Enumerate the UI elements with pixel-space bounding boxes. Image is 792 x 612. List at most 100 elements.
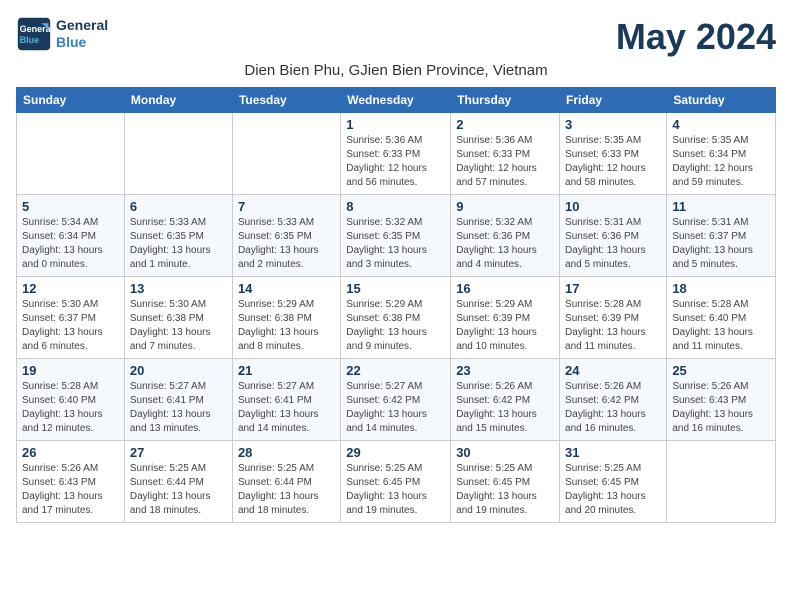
day-number: 25 (672, 363, 770, 378)
calendar-cell: 30 Sunrise: 5:25 AM Sunset: 6:45 PM Dayli… (451, 441, 560, 523)
weekday-header-sunday: Sunday (17, 88, 125, 113)
day-number: 10 (565, 199, 661, 214)
day-info: Sunrise: 5:35 AM Sunset: 6:34 PM Dayligh… (672, 134, 770, 190)
day-info: Sunrise: 5:29 AM Sunset: 6:39 PM Dayligh… (456, 298, 554, 354)
svg-text:Blue: Blue (20, 35, 40, 45)
day-info: Sunrise: 5:26 AM Sunset: 6:43 PM Dayligh… (672, 380, 770, 436)
calendar-cell: 20Sunrise: 5:27 AM Sunset: 6:41 PM Dayli… (124, 359, 232, 441)
day-info: Sunrise: 5:28 AM Sunset: 6:39 PM Dayligh… (565, 298, 661, 354)
day-info: Sunrise: 5:27 AM Sunset: 6:41 PM Dayligh… (130, 380, 227, 436)
weekday-header-wednesday: Wednesday (341, 88, 451, 113)
day-number: 15 (346, 281, 445, 296)
calendar-cell: 13Sunrise: 5:30 AM Sunset: 6:38 PM Dayli… (124, 277, 232, 359)
week-row-2: 5 Sunrise: 5:34 AM Sunset: 6:34 PM Daylig… (17, 195, 776, 277)
calendar-cell: 29 Sunrise: 5:25 AM Sunset: 6:45 PM Dayli… (341, 441, 451, 523)
day-info: Sunrise: 5:34 AM Sunset: 6:34 PM Dayligh… (22, 216, 119, 272)
day-number: 12 (22, 281, 119, 296)
day-info: Sunrise: 5:30 AM Sunset: 6:37 PM Dayligh… (22, 298, 119, 354)
day-number: 8 (346, 199, 445, 214)
calendar-cell: 28Sunrise: 5:25 AM Sunset: 6:44 PM Dayli… (232, 441, 340, 523)
location-title: Dien Bien Phu, GJien Bien Province, Viet… (16, 62, 776, 79)
week-row-1: 1 Sunrise: 5:36 AM Sunset: 6:33 PM Daylig… (17, 113, 776, 195)
calendar-cell (667, 441, 776, 523)
calendar-cell: 8 Sunrise: 5:32 AM Sunset: 6:35 PM Daylig… (341, 195, 451, 277)
day-info: Sunrise: 5:36 AM Sunset: 6:33 PM Dayligh… (346, 134, 445, 190)
week-row-4: 19Sunrise: 5:28 AM Sunset: 6:40 PM Dayli… (17, 359, 776, 441)
day-number: 11 (672, 199, 770, 214)
calendar-cell: 15 Sunrise: 5:29 AM Sunset: 6:38 PM Dayli… (341, 277, 451, 359)
day-info: Sunrise: 5:31 AM Sunset: 6:37 PM Dayligh… (672, 216, 770, 272)
weekday-header-monday: Monday (124, 88, 232, 113)
calendar-cell: 26 Sunrise: 5:26 AM Sunset: 6:43 PM Dayli… (17, 441, 125, 523)
calendar-cell: 21 Sunrise: 5:27 AM Sunset: 6:41 PM Dayli… (232, 359, 340, 441)
week-row-5: 26 Sunrise: 5:26 AM Sunset: 6:43 PM Dayli… (17, 441, 776, 523)
day-number: 6 (130, 199, 227, 214)
day-info: Sunrise: 5:29 AM Sunset: 6:38 PM Dayligh… (238, 298, 335, 354)
day-number: 13 (130, 281, 227, 296)
day-number: 7 (238, 199, 335, 214)
day-info: Sunrise: 5:28 AM Sunset: 6:40 PM Dayligh… (672, 298, 770, 354)
day-info: Sunrise: 5:27 AM Sunset: 6:41 PM Dayligh… (238, 380, 335, 436)
day-number: 24 (565, 363, 661, 378)
day-info: Sunrise: 5:25 AM Sunset: 6:45 PM Dayligh… (346, 462, 445, 518)
calendar-cell: 4 Sunrise: 5:35 AM Sunset: 6:34 PM Daylig… (667, 113, 776, 195)
day-number: 19 (22, 363, 119, 378)
day-number: 21 (238, 363, 335, 378)
day-info: Sunrise: 5:25 AM Sunset: 6:45 PM Dayligh… (565, 462, 661, 518)
calendar-header: SundayMondayTuesdayWednesdayThursdayFrid… (17, 88, 776, 113)
day-info: Sunrise: 5:25 AM Sunset: 6:45 PM Dayligh… (456, 462, 554, 518)
logo-icon: General Blue (16, 16, 52, 52)
calendar-cell: 5 Sunrise: 5:34 AM Sunset: 6:34 PM Daylig… (17, 195, 125, 277)
day-info: Sunrise: 5:35 AM Sunset: 6:33 PM Dayligh… (565, 134, 661, 190)
day-number: 23 (456, 363, 554, 378)
day-number: 26 (22, 445, 119, 460)
day-info: Sunrise: 5:31 AM Sunset: 6:36 PM Dayligh… (565, 216, 661, 272)
day-number: 16 (456, 281, 554, 296)
calendar-cell: 25 Sunrise: 5:26 AM Sunset: 6:43 PM Dayli… (667, 359, 776, 441)
day-number: 5 (22, 199, 119, 214)
calendar-cell (17, 113, 125, 195)
calendar-cell (232, 113, 340, 195)
calendar-cell: 27 Sunrise: 5:25 AM Sunset: 6:44 PM Dayli… (124, 441, 232, 523)
day-info: Sunrise: 5:32 AM Sunset: 6:35 PM Dayligh… (346, 216, 445, 272)
weekday-header-saturday: Saturday (667, 88, 776, 113)
calendar-cell: 2Sunrise: 5:36 AM Sunset: 6:33 PM Daylig… (451, 113, 560, 195)
day-info: Sunrise: 5:25 AM Sunset: 6:44 PM Dayligh… (238, 462, 335, 518)
calendar-cell: 24 Sunrise: 5:26 AM Sunset: 6:42 PM Dayli… (560, 359, 667, 441)
calendar-cell: 3Sunrise: 5:35 AM Sunset: 6:33 PM Daylig… (560, 113, 667, 195)
weekday-header-friday: Friday (560, 88, 667, 113)
calendar-cell: 23 Sunrise: 5:26 AM Sunset: 6:42 PM Dayli… (451, 359, 560, 441)
month-title: May 2024 (616, 16, 776, 58)
weekday-header-tuesday: Tuesday (232, 88, 340, 113)
header-row: SundayMondayTuesdayWednesdayThursdayFrid… (17, 88, 776, 113)
calendar-cell (124, 113, 232, 195)
day-info: Sunrise: 5:26 AM Sunset: 6:42 PM Dayligh… (456, 380, 554, 436)
day-number: 30 (456, 445, 554, 460)
calendar-cell: 22Sunrise: 5:27 AM Sunset: 6:42 PM Dayli… (341, 359, 451, 441)
day-number: 4 (672, 117, 770, 132)
day-number: 27 (130, 445, 227, 460)
weekday-header-thursday: Thursday (451, 88, 560, 113)
logo-line1: General (56, 17, 108, 34)
calendar-cell: 19Sunrise: 5:28 AM Sunset: 6:40 PM Dayli… (17, 359, 125, 441)
day-number: 1 (346, 117, 445, 132)
calendar-cell: 14Sunrise: 5:29 AM Sunset: 6:38 PM Dayli… (232, 277, 340, 359)
day-number: 2 (456, 117, 554, 132)
calendar-cell: 17Sunrise: 5:28 AM Sunset: 6:39 PM Dayli… (560, 277, 667, 359)
day-info: Sunrise: 5:29 AM Sunset: 6:38 PM Dayligh… (346, 298, 445, 354)
day-number: 31 (565, 445, 661, 460)
day-info: Sunrise: 5:32 AM Sunset: 6:36 PM Dayligh… (456, 216, 554, 272)
day-info: Sunrise: 5:26 AM Sunset: 6:43 PM Dayligh… (22, 462, 119, 518)
day-info: Sunrise: 5:25 AM Sunset: 6:44 PM Dayligh… (130, 462, 227, 518)
calendar-cell: 1 Sunrise: 5:36 AM Sunset: 6:33 PM Daylig… (341, 113, 451, 195)
day-number: 9 (456, 199, 554, 214)
calendar-cell: 7 Sunrise: 5:33 AM Sunset: 6:35 PM Daylig… (232, 195, 340, 277)
calendar-cell: 6Sunrise: 5:33 AM Sunset: 6:35 PM Daylig… (124, 195, 232, 277)
logo-text: General Blue (56, 17, 108, 51)
day-number: 22 (346, 363, 445, 378)
logo: General Blue General Blue (16, 16, 108, 52)
week-row-3: 12 Sunrise: 5:30 AM Sunset: 6:37 PM Dayli… (17, 277, 776, 359)
day-number: 29 (346, 445, 445, 460)
day-info: Sunrise: 5:26 AM Sunset: 6:42 PM Dayligh… (565, 380, 661, 436)
day-info: Sunrise: 5:33 AM Sunset: 6:35 PM Dayligh… (238, 216, 335, 272)
